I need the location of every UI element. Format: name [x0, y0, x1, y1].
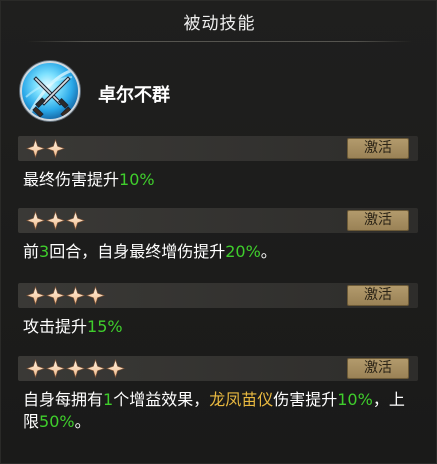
- title-divider: [27, 41, 412, 42]
- star-icon: [46, 286, 65, 305]
- star-icon: [46, 211, 65, 230]
- star-icon: [66, 359, 85, 378]
- activate-button[interactable]: 激活: [347, 210, 409, 231]
- description-segment: 。: [74, 412, 91, 431]
- panel-title: 被动技能: [183, 14, 256, 34]
- description-segment: 1: [103, 390, 114, 409]
- description-segment: 最终伤害提升: [23, 170, 120, 189]
- star-icon: [26, 139, 45, 158]
- star-icon: [66, 211, 85, 230]
- description-segment: 回合，自身最终增伤提升: [49, 242, 226, 261]
- tier-header: 激活: [18, 208, 418, 233]
- description-segment: 10%: [119, 170, 155, 189]
- description-segment: 3: [39, 242, 50, 261]
- description-segment: 龙凤苗仪: [209, 390, 274, 409]
- star-icon: [66, 286, 85, 305]
- star-icon: [106, 359, 125, 378]
- skill-name: 卓尔不群: [98, 85, 170, 106]
- description-segment: 前: [23, 242, 40, 261]
- tier-description: 前3回合，自身最终增伤提升20%。: [23, 241, 418, 263]
- tier-description: 攻击提升15%: [23, 316, 418, 338]
- star-icon: [86, 359, 105, 378]
- star-rating: [26, 359, 125, 379]
- star-icon: [26, 286, 45, 305]
- crossed-blades-icon: [20, 61, 80, 121]
- tier-description: 最终伤害提升10%: [23, 169, 418, 191]
- star-icon: [46, 139, 65, 158]
- star-icon: [86, 286, 105, 305]
- description-segment: 自身每拥有: [23, 390, 104, 409]
- description-segment: 攻击提升: [23, 317, 88, 336]
- description-segment: 伤害提升: [273, 390, 338, 409]
- star-rating: [26, 211, 85, 231]
- star-icon: [26, 211, 45, 230]
- activate-button[interactable]: 激活: [347, 285, 409, 306]
- description-segment: 15%: [87, 317, 123, 336]
- tier-description: 自身每拥有1个增益效果，龙凤苗仪伤害提升10%，上限50%。: [23, 389, 418, 433]
- star-icon: [26, 359, 45, 378]
- description-segment: 。: [260, 242, 277, 261]
- description-segment: 50%: [39, 412, 75, 431]
- tier-header: 激活: [18, 356, 418, 381]
- star-rating: [26, 286, 105, 306]
- star-icon: [46, 359, 65, 378]
- tier-header: 激活: [18, 136, 418, 161]
- activate-button[interactable]: 激活: [347, 138, 409, 159]
- passive-skill-panel: 被动技能 卓尔不群 激活 最终伤害提升10% 激活 前3回合，自身最终增伤提升20%。…: [0, 0, 437, 464]
- star-rating: [26, 139, 65, 159]
- tier-header: 激活: [18, 283, 418, 308]
- activate-button[interactable]: 激活: [347, 358, 409, 379]
- description-segment: 20%: [225, 242, 261, 261]
- description-segment: 个增益效果，: [113, 390, 210, 409]
- description-segment: 10%: [337, 390, 373, 409]
